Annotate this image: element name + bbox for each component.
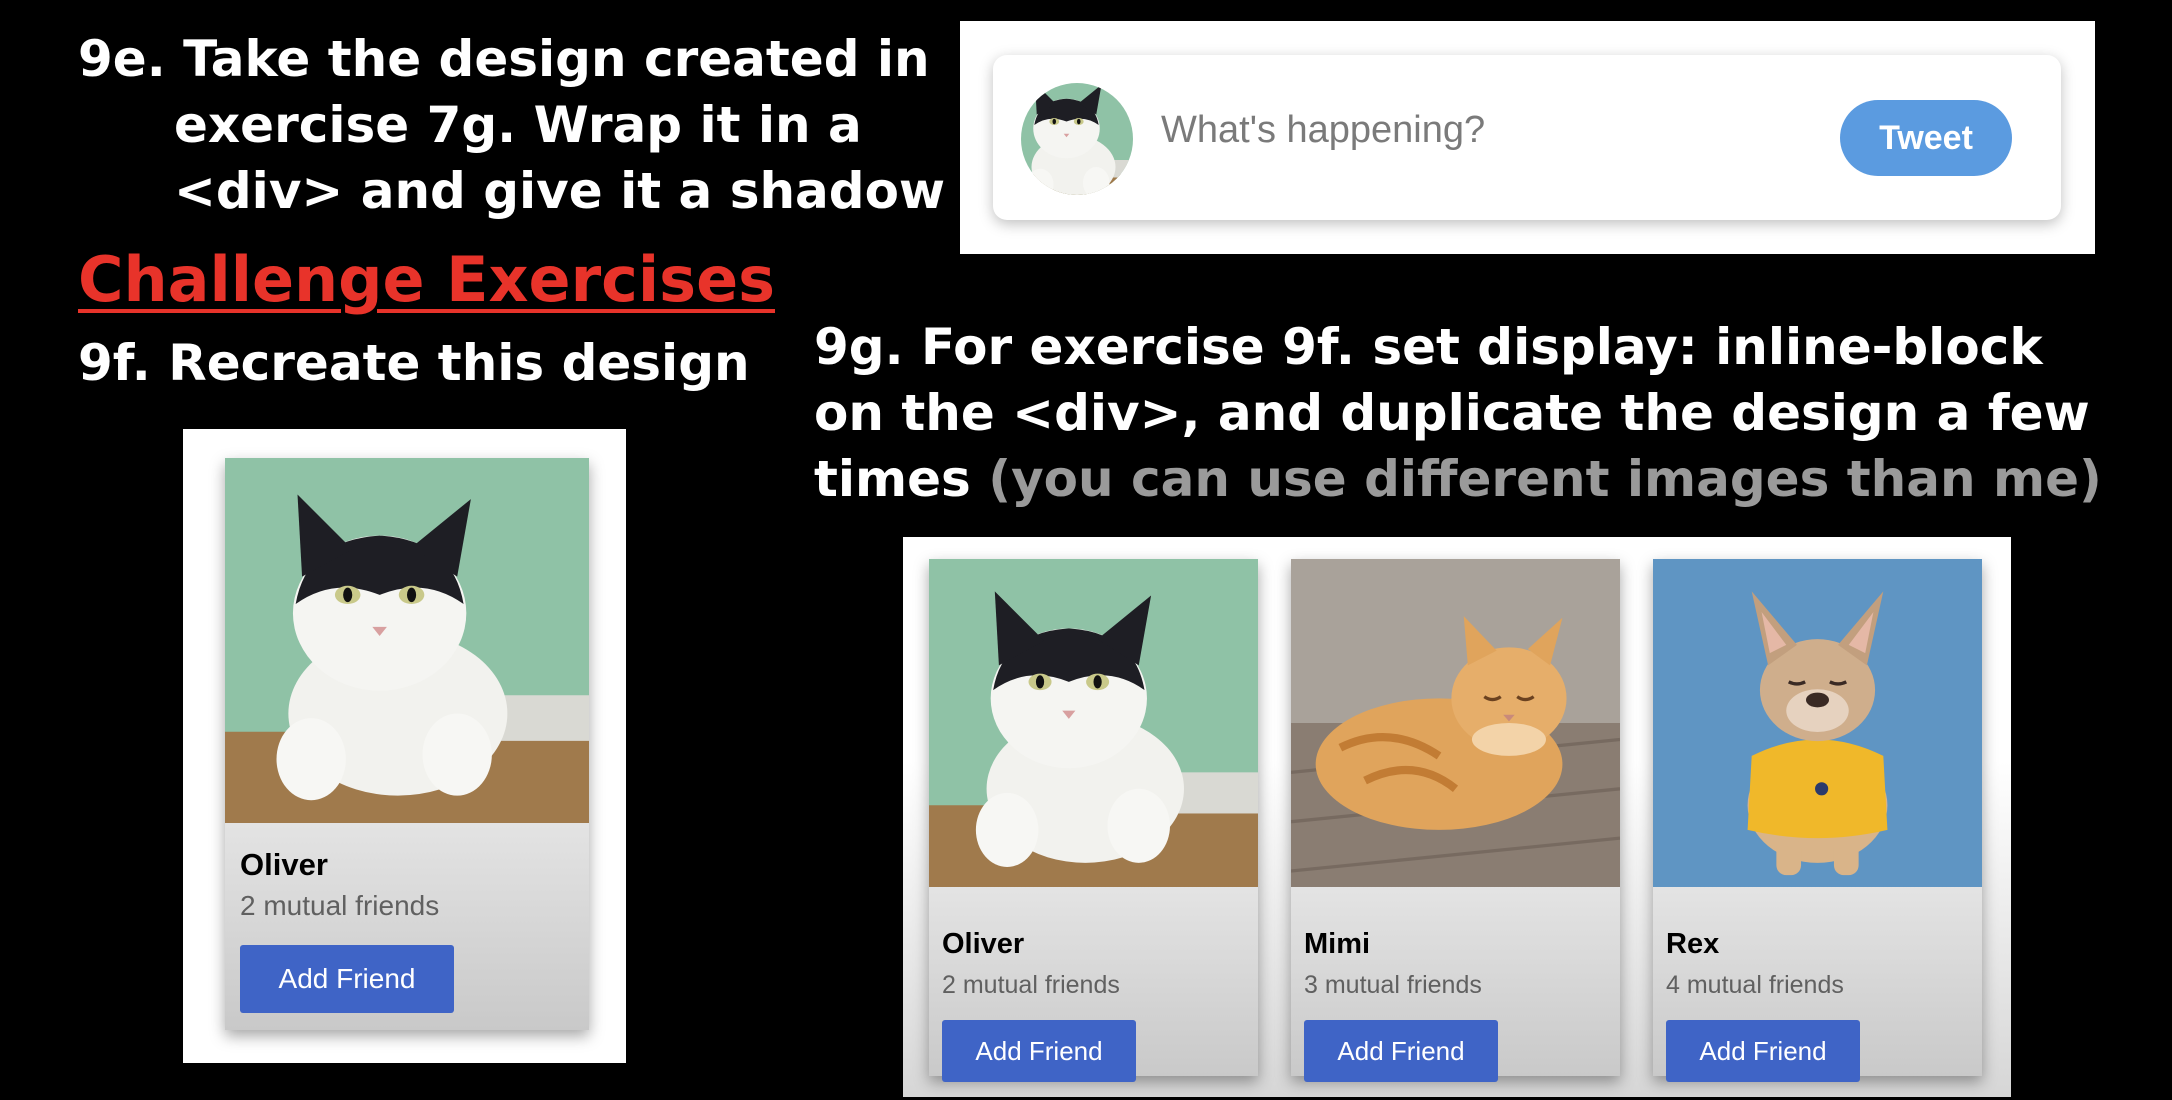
card-mutual-friends: 2 mutual friends — [240, 890, 440, 921]
card-mutual-friends: 3 mutual friends — [1304, 971, 1482, 999]
friend-card-oliver: Oliver 2 mutual friends Add Friend — [929, 559, 1258, 1082]
exercise-9g-line1: 9g. For exercise 9f. set display: inline… — [814, 318, 2043, 376]
tweet-box: What's happening? Tweet — [993, 55, 2061, 220]
tweet-input-placeholder[interactable]: What's happening? — [1161, 109, 1485, 152]
card-photo — [225, 458, 589, 823]
tweet-demo-panel: What's happening? Tweet — [960, 21, 2095, 254]
cat-photo — [1291, 559, 1620, 887]
challenge-heading: Challenge Exercises — [78, 243, 776, 316]
card-name: Mimi — [1304, 928, 1371, 960]
cat-photo — [929, 559, 1258, 887]
add-friend-button[interactable]: Add Friend — [1304, 1020, 1498, 1082]
exercise-9g-line3-start: times — [814, 450, 989, 508]
single-card-panel: Oliver 2 mutual friends Add Friend — [183, 429, 626, 1063]
tweet-button[interactable]: Tweet — [1840, 100, 2012, 176]
cat-avatar-image — [1021, 83, 1133, 195]
card-name: Rex — [1666, 928, 1720, 960]
exercise-9g-text: 9g. For exercise 9f. set display: inline… — [814, 314, 2102, 512]
card-photo — [1291, 559, 1620, 887]
add-friend-button[interactable]: Add Friend — [240, 945, 454, 1013]
dog-photo — [1653, 559, 1982, 887]
cat-photo — [225, 458, 589, 823]
exercise-9e-line3: <div> and give it a shadow — [174, 162, 946, 220]
exercise-9e-line2: exercise 7g. Wrap it in a — [174, 96, 862, 154]
exercise-9e-text: 9e. Take the design created in exercise … — [78, 26, 945, 224]
card-mutual-friends: 4 mutual friends — [1666, 971, 1844, 999]
card-name: Oliver — [942, 928, 1025, 960]
add-friend-button[interactable]: Add Friend — [1666, 1020, 1860, 1082]
exercise-9g-line3: times (you can use different images than… — [814, 446, 2102, 512]
card-mutual-friends: 2 mutual friends — [942, 971, 1120, 999]
avatar — [1021, 83, 1133, 195]
exercise-9e-line1: 9e. Take the design created in — [78, 30, 930, 88]
exercise-9g-line2: on the <div>, and duplicate the design a… — [814, 384, 2090, 442]
friend-card: Oliver 2 mutual friends Add Friend — [225, 458, 589, 1030]
card-photo — [929, 559, 1258, 887]
exercise-9g-line3-muted: (you can use different images than me) — [988, 450, 2102, 508]
friend-card-mimi: Mimi 3 mutual friends Add Friend — [1291, 559, 1620, 1082]
add-friend-button[interactable]: Add Friend — [942, 1020, 1136, 1082]
card-photo — [1653, 559, 1982, 887]
multi-card-panel: Oliver 2 mutual friends Add Friend Mimi … — [903, 537, 2011, 1097]
card-name: Oliver — [240, 847, 328, 882]
friend-card-rex: Rex 4 mutual friends Add Friend — [1653, 559, 1982, 1082]
exercise-9f-text: 9f. Recreate this design — [78, 334, 750, 392]
